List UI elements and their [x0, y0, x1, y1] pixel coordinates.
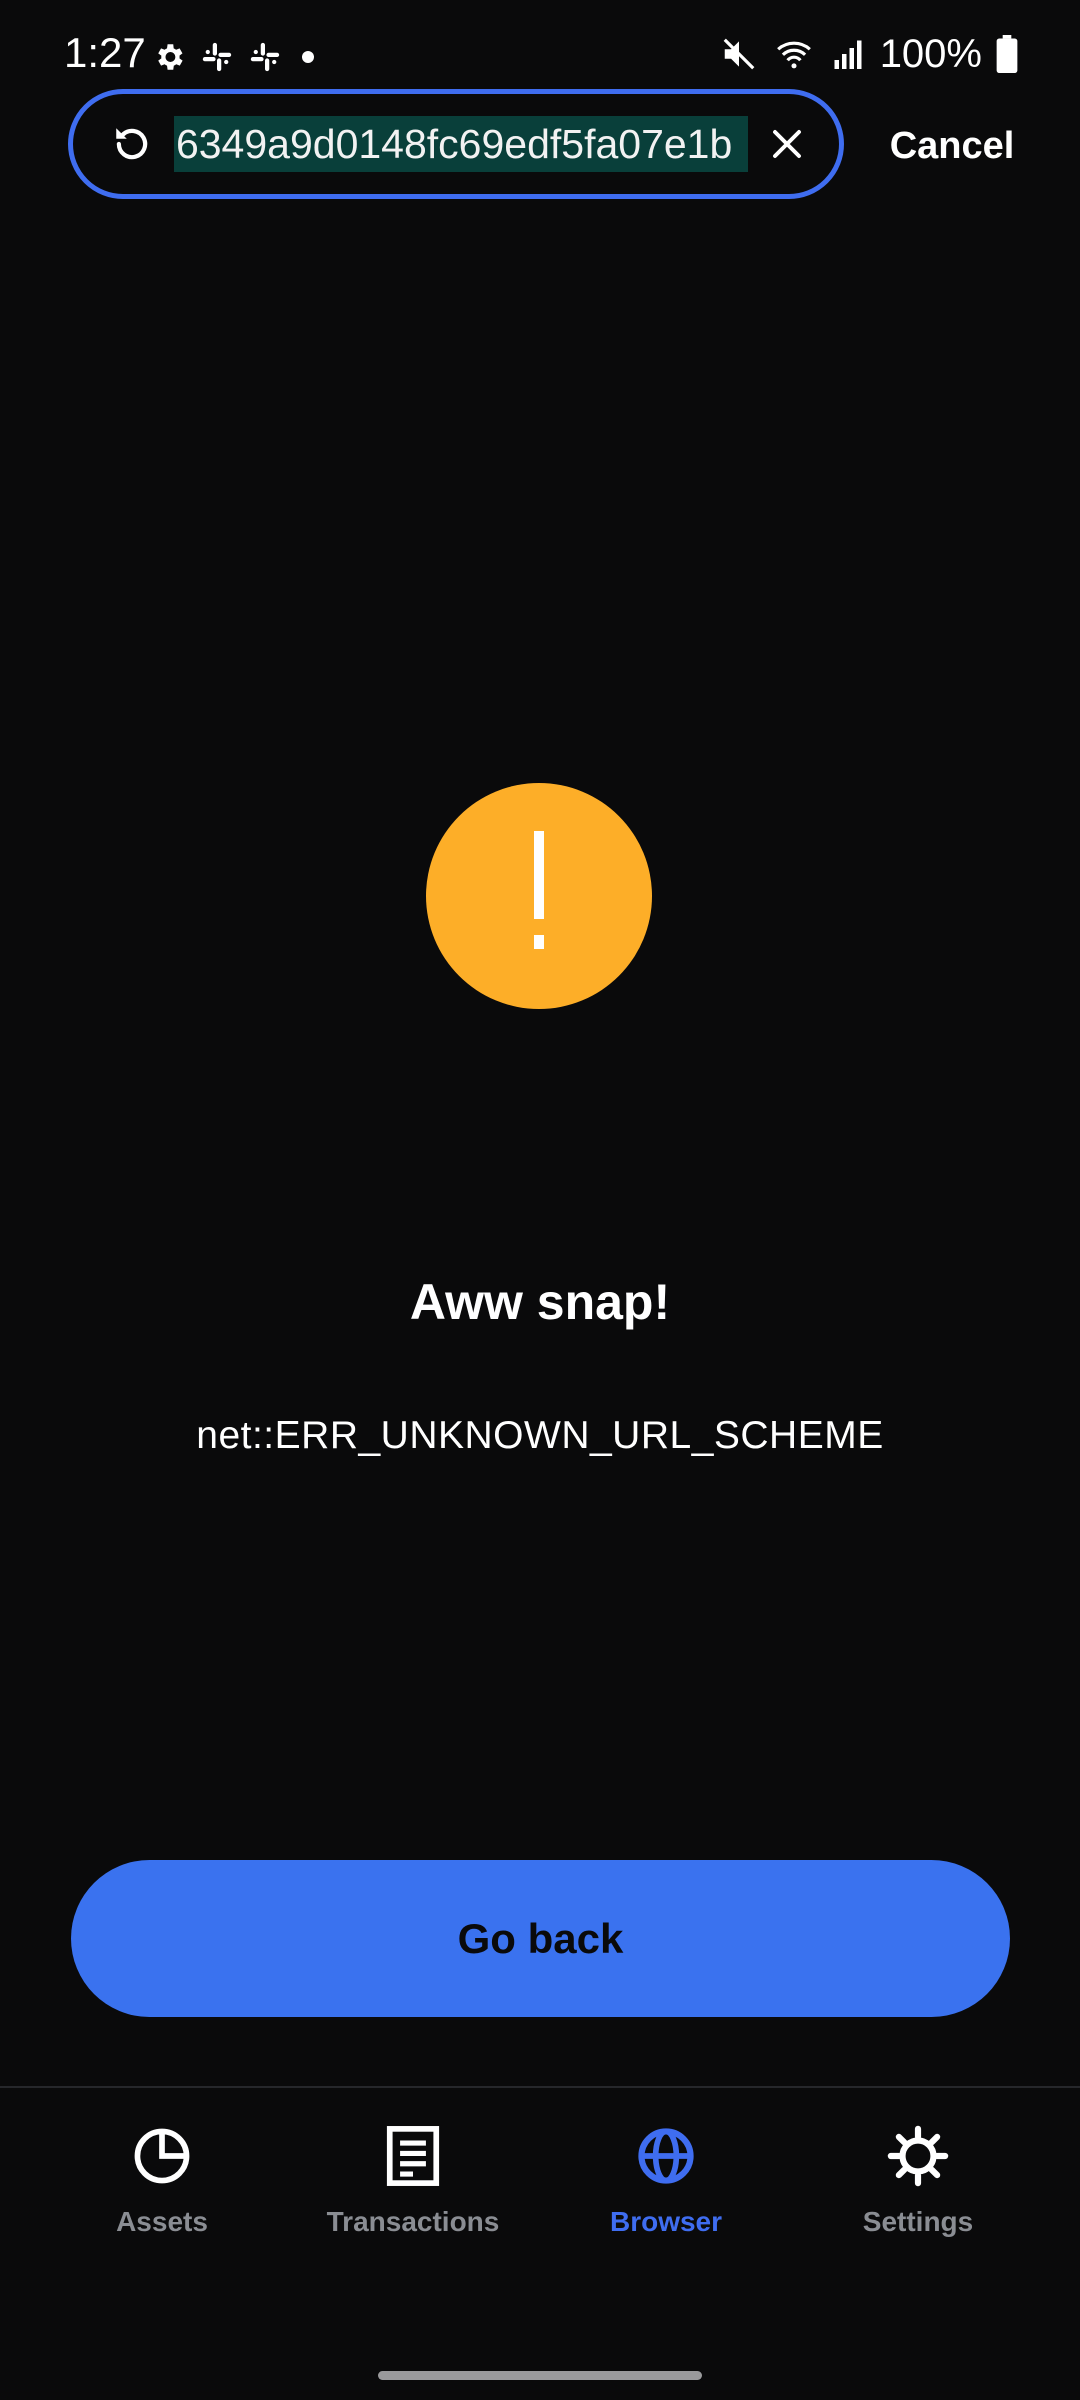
signal-icon [834, 40, 862, 69]
document-icon [381, 2124, 445, 2188]
url-input[interactable]: 6349a9d0148fc69edf5fa07e1b [173, 116, 748, 172]
pie-chart-icon [130, 2124, 194, 2188]
cancel-button[interactable]: Cancel [872, 118, 1032, 174]
url-bar[interactable]: 6349a9d0148fc69edf5fa07e1b [68, 89, 844, 199]
warning-badge [426, 783, 652, 1009]
battery-percent: 100% [879, 32, 982, 76]
mute-icon [723, 38, 755, 70]
bottom-nav: Assets Transactions Browser Settings [0, 2088, 1080, 2338]
go-back-button[interactable]: Go back [71, 1860, 1010, 2017]
nav-item-settings[interactable]: Settings [798, 2124, 1038, 2238]
error-message: net::ERR_UNKNOWN_URL_SCHEME [196, 1414, 884, 1457]
home-indicator[interactable] [378, 2371, 702, 2380]
system-icons: 100% [720, 34, 1018, 74]
slack-icon [202, 42, 232, 72]
status-bar: 1:27 100% [0, 0, 1080, 90]
dot-icon [302, 51, 314, 63]
globe-icon [634, 2124, 698, 2188]
nav-label-settings: Settings [862, 2206, 974, 2237]
notification-icons [152, 40, 320, 74]
slack-icon [250, 42, 280, 72]
nav-item-transactions[interactable]: Transactions [293, 2124, 533, 2238]
nav-item-assets[interactable]: Assets [42, 2124, 282, 2238]
error-title: Aww snap! [409, 1274, 671, 1330]
status-time: 1:27 [64, 29, 146, 76]
reload-icon[interactable] [103, 114, 162, 174]
gear-icon [158, 44, 183, 70]
clear-icon[interactable] [762, 118, 813, 170]
exclamation-icon [534, 831, 544, 949]
screen: 1:27 100% 6349a9d0148fc69edf5fa07e1b Can… [0, 0, 1080, 2400]
nav-label-browser: Browser [609, 2206, 723, 2237]
battery-icon [996, 35, 1018, 73]
nav-label-assets: Assets [116, 2206, 208, 2237]
nav-label-transactions: Transactions [326, 2206, 500, 2237]
wifi-icon [776, 41, 811, 69]
gear-icon [886, 2124, 950, 2188]
nav-item-browser[interactable]: Browser [546, 2124, 786, 2238]
